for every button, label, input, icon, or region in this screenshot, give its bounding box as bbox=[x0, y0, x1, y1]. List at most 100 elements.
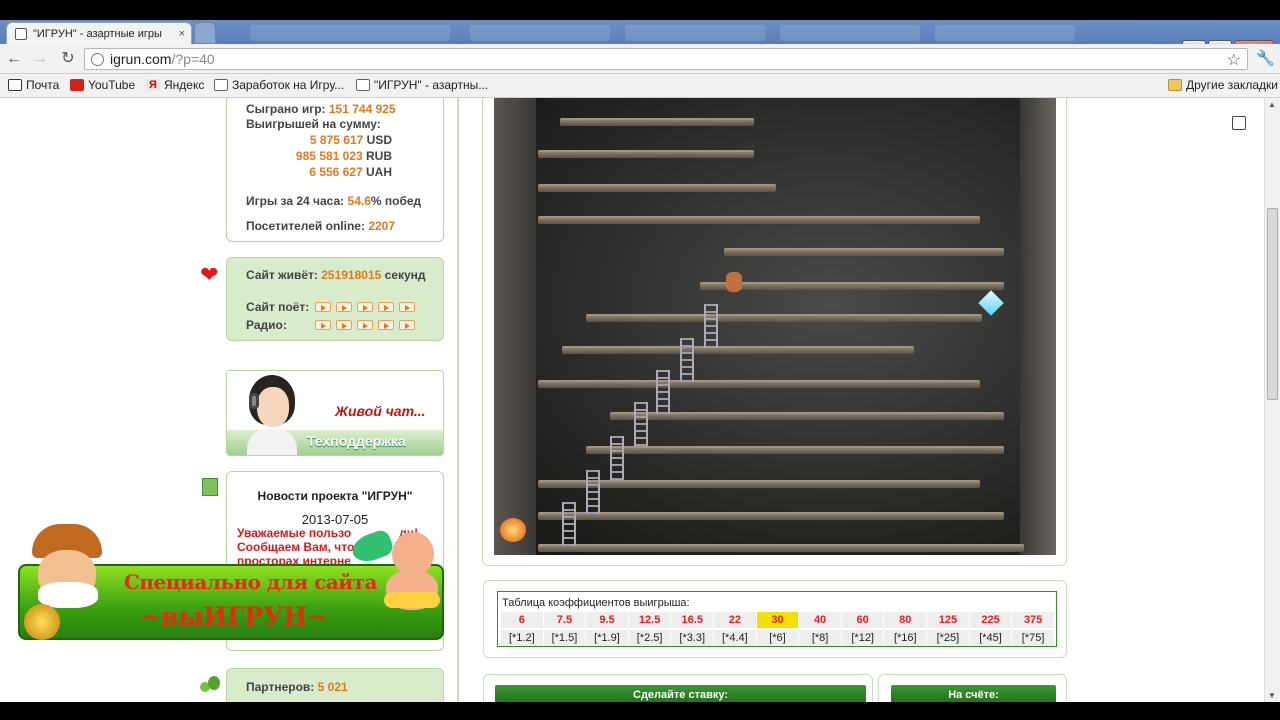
mail-icon bbox=[8, 79, 22, 91]
coef-value-cell: 16.5 bbox=[671, 612, 714, 628]
coef-multiplier-cell: [*8] bbox=[799, 630, 841, 646]
coef-value-cell: 6 bbox=[501, 612, 543, 628]
coef-multiplier-cell: [*6] bbox=[756, 630, 799, 646]
globe-icon bbox=[91, 52, 104, 66]
partners-icon bbox=[200, 676, 222, 694]
game-canvas[interactable] bbox=[494, 98, 1056, 555]
fire-icon bbox=[500, 518, 526, 542]
coef-value-cell: 12.5 bbox=[628, 612, 671, 628]
news-date: 2013-07-05 bbox=[301, 512, 369, 527]
support-agent-avatar bbox=[235, 371, 305, 455]
coef-value-cell: 80 bbox=[884, 612, 927, 628]
news-title: Новости проекта "ИГРУН" bbox=[257, 489, 413, 503]
coef-multiplier-cell: [*45] bbox=[969, 630, 1012, 646]
promo-line-1: Специально для сайта bbox=[124, 570, 377, 594]
crystal-icon bbox=[978, 290, 1004, 316]
site-alive-panel: Сайт живёт: 251918015 секунд Сайт поёт: … bbox=[226, 257, 444, 341]
back-button[interactable]: ← bbox=[4, 49, 24, 69]
place-bet-header: Сделайте ставку: bbox=[495, 685, 866, 702]
coef-value-cell: 40 bbox=[799, 612, 841, 628]
bookmark-mail[interactable]: Почта bbox=[8, 78, 59, 92]
dice-icon bbox=[1232, 116, 1246, 130]
games-played: Сыграно игр: 151 744 925 bbox=[246, 102, 396, 116]
reload-button[interactable]: ↻ bbox=[58, 49, 78, 69]
coef-value-cell: 30 bbox=[756, 612, 799, 628]
close-tab-icon[interactable]: × bbox=[179, 28, 185, 40]
youtube-icon bbox=[70, 79, 84, 91]
wrench-icon[interactable]: 🔧 bbox=[1256, 49, 1275, 67]
background-window-ghost bbox=[250, 25, 450, 41]
live-chat-title: Живой чат... bbox=[335, 403, 426, 419]
play-button[interactable] bbox=[336, 302, 353, 312]
background-window-ghost bbox=[935, 25, 1075, 41]
partners-panel: Партнеров: 5 021 bbox=[226, 668, 444, 702]
bookmark-star-icon[interactable]: ☆ bbox=[1227, 50, 1241, 70]
dice-icon bbox=[15, 27, 27, 40]
play-button[interactable] bbox=[314, 320, 331, 330]
play-button[interactable] bbox=[398, 320, 415, 330]
coef-value-cell: 7.5 bbox=[543, 612, 586, 628]
coef-multiplier-cell: [*1.9] bbox=[586, 630, 628, 646]
bookmark-earnings[interactable]: Заработок на Игру... bbox=[214, 78, 344, 92]
browser-toolbar: ← → ↻ igrun.com/?p=40 ☆ 🔧 bbox=[0, 44, 1280, 74]
screen-bottom-edge bbox=[0, 702, 1280, 720]
cave-wall-right bbox=[1020, 98, 1056, 555]
wins-usd: 5 875 617 USD bbox=[309, 133, 392, 147]
play-button[interactable] bbox=[335, 320, 352, 330]
bookmark-igrun[interactable]: "ИГРУН" - азартны... bbox=[356, 78, 488, 92]
scroll-down-icon[interactable]: ▼ bbox=[1268, 691, 1276, 700]
tab-title: "ИГРУН" - азартные игры bbox=[33, 27, 162, 40]
new-tab-button[interactable] bbox=[194, 22, 216, 44]
day-games: Игры за 24 часа: 54.6% побед bbox=[246, 194, 422, 208]
url-text: igrun.com/?p=40 bbox=[110, 51, 215, 67]
tab-strip: "ИГРУН" - азартные игры × – □ ✕ bbox=[0, 20, 1280, 57]
baby-mascot-icon bbox=[348, 526, 444, 622]
background-window-ghost bbox=[780, 25, 920, 41]
coefficient-table: Таблица коэффициентов выигрыша: 6 7.5 9.5 1… bbox=[497, 591, 1057, 647]
coef-row-values: 6 7.5 9.5 12.5 16.5 22 30 40 60 80 125 225 375 bbox=[501, 612, 1054, 628]
coef-value-cell: 60 bbox=[841, 612, 884, 628]
web-page: Сыграно игр: 151 744 925 Выигрышей на су… bbox=[0, 98, 1264, 702]
play-button[interactable] bbox=[377, 320, 394, 330]
coef-multiplier-cell: [*16] bbox=[884, 630, 927, 646]
coef-value-cell: 9.5 bbox=[586, 612, 628, 628]
radio: Радио: bbox=[246, 318, 420, 332]
tab-igrun[interactable]: "ИГРУН" - азартные игры × bbox=[6, 22, 192, 44]
play-button[interactable] bbox=[356, 320, 373, 330]
news-line[interactable]: Сообщаем Вам, что bbox=[237, 540, 354, 554]
miner-mascot-icon bbox=[18, 524, 118, 640]
coef-multiplier-cell: [*75] bbox=[1012, 630, 1054, 646]
coef-multiplier-cell: [*1.5] bbox=[543, 630, 586, 646]
other-bookmarks[interactable]: Другие закладки bbox=[1168, 78, 1278, 92]
scroll-up-icon[interactable]: ▲ bbox=[1268, 100, 1276, 109]
coef-multiplier-cell: [*3.3] bbox=[671, 630, 714, 646]
play-button[interactable] bbox=[315, 302, 332, 312]
promo-line-2: ~выИГРУН~ bbox=[140, 602, 328, 631]
partners-count: Партнеров: 5 021 bbox=[246, 680, 348, 694]
address-bar[interactable]: igrun.com/?p=40 ☆ bbox=[84, 48, 1248, 70]
wins-rub: 985 581 023 RUB bbox=[295, 149, 392, 163]
cave-wall-left bbox=[494, 98, 536, 555]
play-button[interactable] bbox=[399, 302, 416, 312]
live-chat-banner[interactable]: Живой чат... Техподдержка bbox=[226, 370, 444, 456]
miner-player-icon bbox=[726, 272, 742, 292]
bookmark-youtube[interactable]: YouTube bbox=[70, 78, 135, 92]
background-window-ghost bbox=[470, 25, 610, 41]
scroll-thumb[interactable] bbox=[1267, 208, 1278, 400]
coef-value-cell: 225 bbox=[969, 612, 1012, 628]
coef-row-multipliers: [*1.2] [*1.5] [*1.9] [*2.5] [*3.3] [*4.4] [*6]… bbox=[501, 630, 1054, 646]
page-icon bbox=[356, 79, 370, 91]
yandex-icon: Я bbox=[146, 79, 160, 91]
play-button[interactable] bbox=[357, 302, 374, 312]
wins-label: Выигрышей на сумму: bbox=[246, 117, 381, 131]
play-button[interactable] bbox=[378, 302, 395, 312]
background-window-ghost bbox=[625, 25, 765, 41]
heart-icon: ❤ bbox=[200, 262, 219, 287]
forward-button[interactable]: → bbox=[30, 49, 50, 69]
page-icon bbox=[214, 79, 228, 91]
news-icon bbox=[202, 478, 218, 496]
bookmark-yandex[interactable]: Я Яндекс bbox=[146, 78, 204, 92]
coef-value-cell: 125 bbox=[927, 612, 969, 628]
column-divider bbox=[457, 98, 459, 702]
page-scrollbar[interactable]: ▲ ▼ bbox=[1264, 98, 1280, 702]
